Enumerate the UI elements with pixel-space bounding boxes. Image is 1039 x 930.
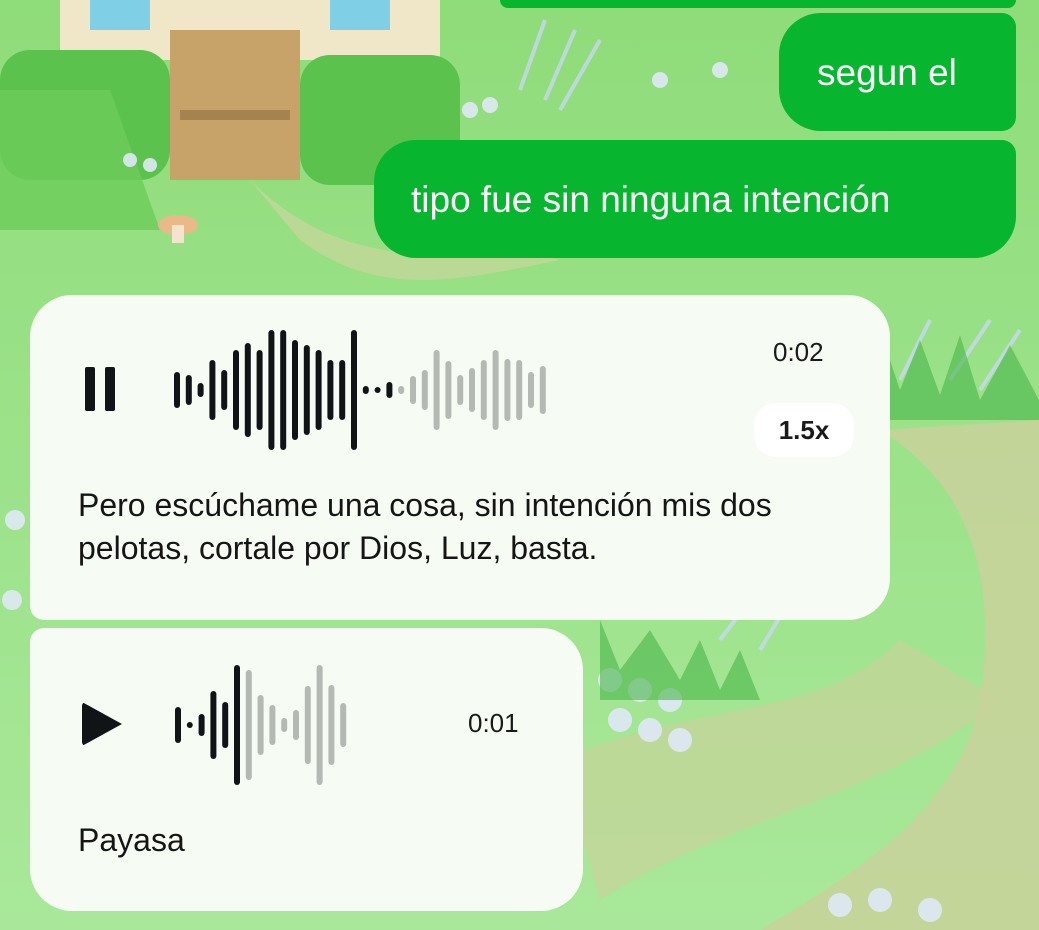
waveform-bar xyxy=(281,718,288,732)
waveform-bar xyxy=(256,350,263,430)
voice-waveform[interactable] xyxy=(173,660,433,790)
waveform-bar xyxy=(457,375,464,405)
waveform-bar xyxy=(221,370,228,410)
waveform-bar xyxy=(245,670,252,780)
voice-transcript: Pero escúchame una cosa, sin intención m… xyxy=(78,487,772,566)
waveform-bar xyxy=(398,386,405,394)
waveform-bar xyxy=(197,383,204,397)
waveform-bar xyxy=(374,387,381,393)
previous-message-edge xyxy=(500,0,1016,8)
waveform-bar xyxy=(316,665,323,785)
waveform-bar xyxy=(445,361,452,419)
waveform-bar xyxy=(469,368,475,412)
waveform-bar xyxy=(516,360,523,420)
waveform-bar xyxy=(292,340,298,440)
waveform-bar xyxy=(185,375,192,405)
waveform-bar xyxy=(528,372,534,408)
message-text: tipo fue sin ninguna intención xyxy=(411,178,891,220)
waveform-bar xyxy=(303,345,310,435)
waveform-bar xyxy=(340,703,347,747)
pause-icon[interactable] xyxy=(85,367,115,411)
waveform-bar xyxy=(362,386,369,394)
message-text: segun el xyxy=(817,51,957,93)
waveform-bar xyxy=(233,350,239,430)
waveform-bar xyxy=(339,360,346,420)
waveform-bar xyxy=(328,685,335,765)
waveform-bar xyxy=(175,707,181,743)
waveform-bar xyxy=(327,360,334,420)
voice-waveform[interactable] xyxy=(172,325,732,455)
voice-duration: 0:01 xyxy=(468,708,519,738)
waveform-bar xyxy=(198,714,205,736)
voice-duration: 0:02 xyxy=(773,337,824,367)
waveform-bar xyxy=(492,350,499,430)
play-icon[interactable] xyxy=(82,702,122,746)
waveform-bar xyxy=(304,686,311,764)
outgoing-message[interactable]: tipo fue sin ninguna intención xyxy=(374,140,1016,258)
waveform-bar xyxy=(209,360,216,420)
waveform-bar xyxy=(268,330,275,450)
waveform-bar xyxy=(293,710,299,740)
waveform-bar xyxy=(539,366,546,414)
waveform-bar xyxy=(504,359,511,421)
waveform-bar xyxy=(234,665,240,785)
waveform-bar xyxy=(222,702,229,748)
voice-transcript: Payasa xyxy=(78,822,185,858)
outgoing-message[interactable]: segun el xyxy=(779,13,1016,131)
waveform-bar xyxy=(315,350,322,430)
waveform-bar xyxy=(210,691,217,759)
waveform-bar xyxy=(433,350,440,430)
waveform-bar xyxy=(280,330,287,450)
waveform-bar xyxy=(421,370,428,410)
waveform-bar xyxy=(244,343,251,437)
waveform-bar xyxy=(351,330,357,450)
waveform-bar xyxy=(269,705,276,745)
waveform-bar xyxy=(186,722,193,728)
waveform-bar xyxy=(480,360,487,420)
waveform-bar xyxy=(174,372,180,408)
playback-speed-button[interactable]: 1.5x xyxy=(754,403,854,457)
voice-message[interactable]: 0:01 Payasa xyxy=(30,628,583,911)
waveform-bar xyxy=(257,695,264,755)
waveform-bar xyxy=(410,376,416,404)
waveform-bar xyxy=(386,382,393,398)
voice-message[interactable]: 0:02 1.5x Pero escúchame una cosa, sin i… xyxy=(30,295,890,620)
